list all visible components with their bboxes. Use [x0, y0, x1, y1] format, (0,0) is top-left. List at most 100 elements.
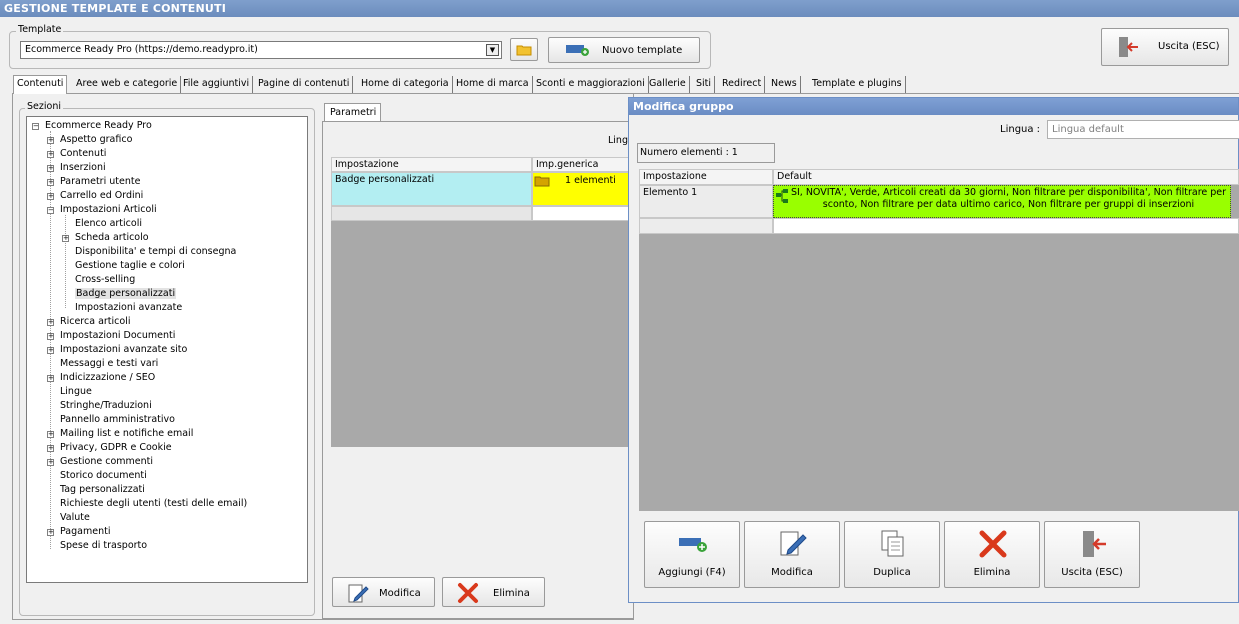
tab-redirect[interactable]: Redirect	[719, 76, 766, 93]
tree-item[interactable]: Parametri utente	[60, 176, 140, 187]
tree-expand-icon[interactable]: +	[47, 529, 54, 536]
tab-home-categoria[interactable]: Home di categoria	[358, 76, 453, 93]
tree-item[interactable]: Impostazioni avanzate	[75, 302, 182, 313]
tree-item[interactable]: Spese di trasporto	[60, 540, 147, 551]
dialog-modify-button[interactable]: Modifica	[744, 521, 840, 588]
tree-item[interactable]: Tag personalizzati	[60, 484, 145, 495]
open-folder-button[interactable]	[510, 38, 538, 61]
tree-expand-icon[interactable]: +	[47, 333, 54, 340]
tree-expand-icon[interactable]: +	[47, 431, 54, 438]
dialog-delete-label: Elimina	[973, 567, 1011, 578]
tab-file-aggiuntivi[interactable]: File aggiuntivi	[180, 76, 254, 93]
tab-contenuti[interactable]: Contenuti	[13, 75, 68, 94]
tab-template-plugins[interactable]: Template e plugins	[809, 76, 906, 93]
duplicate-icon	[881, 530, 904, 557]
tree-expand-icon[interactable]: +	[47, 459, 54, 466]
tree-item[interactable]: Ricerca articoli	[60, 316, 130, 327]
tab-pagine-contenuti[interactable]: Pagine di contenuti	[255, 76, 354, 93]
dialog-duplicate-button[interactable]: Duplica	[844, 521, 940, 588]
tree-collapse-icon[interactable]: −	[32, 123, 39, 130]
params-modify-button[interactable]: Modifica	[332, 577, 435, 607]
chevron-down-icon[interactable]: ▼	[486, 44, 499, 56]
dialog-row-name[interactable]: Elemento 1	[639, 185, 773, 218]
tab-siti[interactable]: Siti	[693, 76, 716, 93]
params-tab[interactable]: Parametri	[324, 103, 381, 122]
tree-item[interactable]: Mailing list e notifiche email	[60, 428, 193, 439]
template-select-value: Ecommerce Ready Pro (https://demo.readyp…	[25, 44, 258, 55]
sections-tree[interactable]: − Ecommerce Ready Pro + Aspetto grafico …	[26, 116, 308, 583]
tree-item[interactable]: Impostazioni Documenti	[60, 330, 175, 341]
tree-item[interactable]: Messaggi e testi vari	[60, 358, 158, 369]
dialog-header-setting: Impostazione	[639, 169, 773, 185]
tree-item[interactable]: Impostazioni avanzate sito	[60, 344, 187, 355]
tree-item[interactable]: Scheda articolo	[75, 232, 149, 243]
tree-item[interactable]: Pagamenti	[60, 526, 110, 537]
tree-item[interactable]: Pannello amministrativo	[60, 414, 175, 425]
tree-item-selected[interactable]: Badge personalizzati	[75, 288, 177, 299]
tree-item[interactable]: Indicizzazione / SEO	[60, 372, 155, 383]
tree-item[interactable]: Gestione commenti	[60, 456, 153, 467]
params-row-name[interactable]: Badge personalizzati	[331, 172, 532, 206]
exit-door-icon	[1119, 37, 1138, 57]
tree-item[interactable]: Valute	[60, 512, 90, 523]
new-template-label: Nuovo template	[602, 45, 683, 56]
tree-expand-icon[interactable]: +	[47, 165, 54, 172]
params-delete-label: Elimina	[493, 588, 530, 599]
tree-item[interactable]: Contenuti	[60, 148, 106, 159]
dialog-delete-button[interactable]: Elimina	[944, 521, 1040, 588]
params-delete-button[interactable]: Elimina	[442, 577, 545, 607]
dialog-exit-button[interactable]: Uscita (ESC)	[1044, 521, 1140, 588]
tree-item[interactable]: Carrello ed Ordini	[60, 190, 143, 201]
dialog-lingua-input[interactable]: Lingua default	[1047, 120, 1239, 139]
tree-item[interactable]: Richieste degli utenti (testi delle emai…	[60, 498, 247, 509]
params-empty-row	[331, 206, 532, 221]
params-row-value[interactable]: 1 elementi	[532, 172, 631, 206]
params-tab-label: Parametri	[330, 107, 377, 118]
tree-expand-icon[interactable]: +	[47, 193, 54, 200]
tree-item[interactable]: Gestione taglie e colori	[75, 260, 185, 271]
tab-news[interactable]: News	[768, 76, 801, 93]
tree-item[interactable]: Stringhe/Traduzioni	[60, 400, 152, 411]
delete-x-icon	[458, 583, 478, 603]
tree-item[interactable]: Impostazioni Articoli	[60, 204, 157, 215]
dialog-modify-label: Modifica	[771, 567, 813, 578]
new-template-button[interactable]: Nuovo template	[548, 37, 700, 63]
dialog-duplicate-label: Duplica	[873, 567, 911, 578]
delete-x-icon	[979, 530, 1007, 558]
tree-expand-icon[interactable]: +	[47, 375, 54, 382]
dialog-row-value[interactable]: SI, NOVITA', Verde, Articoli creati da 3…	[773, 185, 1231, 218]
tree-expand-icon[interactable]: +	[47, 347, 54, 354]
params-modify-label: Modifica	[379, 588, 421, 599]
tree-expand-icon[interactable]: +	[47, 151, 54, 158]
tab-aree-web[interactable]: Aree web e categorie	[73, 76, 182, 93]
dialog-count-box: Numero elementi : 1	[637, 143, 775, 163]
tree-root[interactable]: Ecommerce Ready Pro	[45, 120, 152, 131]
tab-gallerie[interactable]: Gallerie	[646, 76, 690, 93]
tree-expand-icon[interactable]: +	[47, 137, 54, 144]
tree-item[interactable]: Inserzioni	[60, 162, 106, 173]
dialog-exit-label: Uscita (ESC)	[1061, 567, 1123, 578]
tree-item[interactable]: Disponibilita' e tempi di consegna	[75, 246, 236, 257]
tree-expand-icon[interactable]: +	[47, 319, 54, 326]
tab-sconti[interactable]: Sconti e maggiorazioni	[533, 76, 649, 93]
tree-expand-icon[interactable]: +	[47, 445, 54, 452]
dialog-lingua-label: Lingua :	[1000, 124, 1041, 135]
tree-item[interactable]: Cross-selling	[75, 274, 135, 285]
dialog-title: Modifica gruppo	[629, 98, 1238, 115]
tree-collapse-icon[interactable]: −	[47, 207, 54, 214]
tree-item[interactable]: Aspetto grafico	[60, 134, 132, 145]
params-header-setting: Impostazione	[331, 157, 532, 172]
dialog-add-button[interactable]: Aggiungi (F4)	[644, 521, 740, 588]
dialog-row-value-text: SI, NOVITA', Verde, Articoli creati da 3…	[790, 187, 1227, 210]
tree-expand-icon[interactable]: +	[47, 179, 54, 186]
tree-item[interactable]: Storico documenti	[60, 470, 147, 481]
tab-home-marca[interactable]: Home di marca	[453, 76, 533, 93]
exit-button[interactable]: Uscita (ESC)	[1101, 28, 1229, 66]
tree-item[interactable]: Lingue	[60, 386, 92, 397]
tree-expand-icon[interactable]: +	[62, 235, 69, 242]
tree-item[interactable]: Privacy, GDPR e Cookie	[60, 442, 172, 453]
template-select[interactable]: Ecommerce Ready Pro (https://demo.readyp…	[20, 41, 502, 59]
dialog-lingua-placeholder: Lingua default	[1052, 124, 1124, 135]
exit-label: Uscita (ESC)	[1158, 41, 1220, 52]
tree-item[interactable]: Elenco articoli	[75, 218, 142, 229]
